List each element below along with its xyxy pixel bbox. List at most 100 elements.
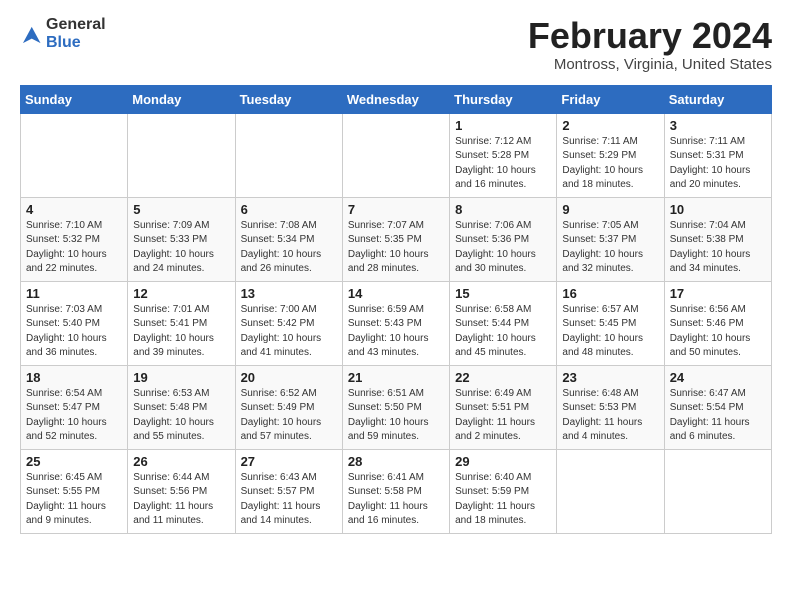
col-header-sunday: Sunday [21, 85, 128, 113]
day-info: Sunrise: 7:01 AMSunset: 5:41 PMDaylight:… [133, 303, 229, 361]
col-header-monday: Monday [128, 85, 235, 113]
title-block: February 2024 Montross, Virginia, United… [528, 16, 772, 73]
calendar-cell: 13 Sunrise: 7:00 AMSunset: 5:42 PMDayligh… [235, 281, 342, 365]
day-info: Sunrise: 7:08 AMSunset: 5:34 PMDaylight:… [241, 219, 337, 277]
day-number: 19 [133, 370, 229, 385]
calendar-cell: 27Sunrise: 6:43 AMSunset: 5:57 PMDayligh… [235, 449, 342, 533]
calendar-cell: 17 Sunrise: 6:56 AMSunset: 5:46 PMDayligh… [664, 281, 771, 365]
day-number: 29 [455, 454, 551, 469]
calendar-cell: 9 Sunrise: 7:05 AMSunset: 5:37 PMDaylight… [557, 197, 664, 281]
calendar-cell: 19 Sunrise: 6:53 AMSunset: 5:48 PMDayligh… [128, 365, 235, 449]
calendar-cell: 16 Sunrise: 6:57 AMSunset: 5:45 PMDayligh… [557, 281, 664, 365]
day-info: Sunrise: 7:05 AMSunset: 5:37 PMDaylight:… [562, 219, 658, 277]
calendar-cell [664, 449, 771, 533]
day-number: 5 [133, 202, 229, 217]
day-info: Sunrise: 6:52 AMSunset: 5:49 PMDaylight:… [241, 387, 337, 445]
day-number: 17 [670, 286, 766, 301]
logo-blue: Blue [46, 34, 106, 52]
day-info: Sunrise: 7:00 AMSunset: 5:42 PMDaylight:… [241, 303, 337, 361]
calendar-cell: 11 Sunrise: 7:03 AMSunset: 5:40 PMDayligh… [21, 281, 128, 365]
day-number: 18 [26, 370, 122, 385]
day-info: Sunrise: 6:53 AMSunset: 5:48 PMDaylight:… [133, 387, 229, 445]
calendar-table: SundayMondayTuesdayWednesdayThursdayFrid… [20, 85, 772, 534]
col-header-thursday: Thursday [450, 85, 557, 113]
day-number: 16 [562, 286, 658, 301]
calendar-cell: 4Sunrise: 7:10 AMSunset: 5:32 PMDaylight… [21, 197, 128, 281]
location-subtitle: Montross, Virginia, United States [528, 56, 772, 73]
day-info: Sunrise: 6:54 AMSunset: 5:47 PMDaylight:… [26, 387, 122, 445]
calendar-cell: 10Sunrise: 7:04 AMSunset: 5:38 PMDayligh… [664, 197, 771, 281]
day-info: Sunrise: 7:09 AMSunset: 5:33 PMDaylight:… [133, 219, 229, 277]
calendar-cell: 22 Sunrise: 6:49 AMSunset: 5:51 PMDayligh… [450, 365, 557, 449]
logo: General Blue [20, 16, 106, 51]
calendar-cell [235, 113, 342, 197]
calendar-cell: 26Sunrise: 6:44 AMSunset: 5:56 PMDayligh… [128, 449, 235, 533]
calendar-cell: 29 Sunrise: 6:40 AMSunset: 5:59 PMDayligh… [450, 449, 557, 533]
col-header-friday: Friday [557, 85, 664, 113]
day-number: 28 [348, 454, 444, 469]
day-number: 23 [562, 370, 658, 385]
day-number: 12 [133, 286, 229, 301]
logo-general: General [46, 16, 106, 34]
col-header-wednesday: Wednesday [342, 85, 449, 113]
day-number: 10 [670, 202, 766, 217]
day-number: 2 [562, 118, 658, 133]
day-info: Sunrise: 6:40 AMSunset: 5:59 PMDaylight:… [455, 471, 551, 529]
day-number: 6 [241, 202, 337, 217]
day-number: 1 [455, 118, 551, 133]
day-info: Sunrise: 7:11 AMSunset: 5:31 PMDaylight:… [670, 135, 766, 193]
calendar-cell: 14 Sunrise: 6:59 AMSunset: 5:43 PMDayligh… [342, 281, 449, 365]
day-info: Sunrise: 6:58 AMSunset: 5:44 PMDaylight:… [455, 303, 551, 361]
day-number: 26 [133, 454, 229, 469]
day-number: 9 [562, 202, 658, 217]
calendar-cell: 25 Sunrise: 6:45 AMSunset: 5:55 PMDayligh… [21, 449, 128, 533]
day-info: Sunrise: 7:03 AMSunset: 5:40 PMDaylight:… [26, 303, 122, 361]
calendar-week-2: 4Sunrise: 7:10 AMSunset: 5:32 PMDaylight… [21, 197, 772, 281]
calendar-cell: 8 Sunrise: 7:06 AMSunset: 5:36 PMDaylight… [450, 197, 557, 281]
day-info: Sunrise: 6:45 AMSunset: 5:55 PMDaylight:… [26, 471, 122, 529]
calendar-cell: 20 Sunrise: 6:52 AMSunset: 5:49 PMDayligh… [235, 365, 342, 449]
calendar-cell: 5 Sunrise: 7:09 AMSunset: 5:33 PMDaylight… [128, 197, 235, 281]
day-info: Sunrise: 6:43 AMSunset: 5:57 PMDaylight:… [241, 471, 337, 529]
day-number: 11 [26, 286, 122, 301]
calendar-cell [342, 113, 449, 197]
day-info: Sunrise: 6:59 AMSunset: 5:43 PMDaylight:… [348, 303, 444, 361]
calendar-cell: 7 Sunrise: 7:07 AMSunset: 5:35 PMDaylight… [342, 197, 449, 281]
day-info: Sunrise: 7:06 AMSunset: 5:36 PMDaylight:… [455, 219, 551, 277]
calendar-cell: 28Sunrise: 6:41 AMSunset: 5:58 PMDayligh… [342, 449, 449, 533]
calendar-cell: 23 Sunrise: 6:48 AMSunset: 5:53 PMDayligh… [557, 365, 664, 449]
calendar-cell: 6 Sunrise: 7:08 AMSunset: 5:34 PMDaylight… [235, 197, 342, 281]
month-title: February 2024 [528, 16, 772, 56]
day-info: Sunrise: 6:49 AMSunset: 5:51 PMDaylight:… [455, 387, 551, 445]
day-info: Sunrise: 7:12 AMSunset: 5:28 PMDaylight:… [455, 135, 551, 193]
calendar-cell [21, 113, 128, 197]
day-number: 21 [348, 370, 444, 385]
day-info: Sunrise: 7:07 AMSunset: 5:35 PMDaylight:… [348, 219, 444, 277]
day-info: Sunrise: 6:48 AMSunset: 5:53 PMDaylight:… [562, 387, 658, 445]
day-number: 13 [241, 286, 337, 301]
day-number: 24 [670, 370, 766, 385]
calendar-cell [557, 449, 664, 533]
calendar-cell: 18 Sunrise: 6:54 AMSunset: 5:47 PMDayligh… [21, 365, 128, 449]
day-info: Sunrise: 6:47 AMSunset: 5:54 PMDaylight:… [670, 387, 766, 445]
calendar-week-3: 11 Sunrise: 7:03 AMSunset: 5:40 PMDayligh… [21, 281, 772, 365]
calendar-week-1: 1 Sunrise: 7:12 AMSunset: 5:28 PMDaylight… [21, 113, 772, 197]
day-number: 8 [455, 202, 551, 217]
day-number: 14 [348, 286, 444, 301]
day-number: 7 [348, 202, 444, 217]
calendar-week-5: 25 Sunrise: 6:45 AMSunset: 5:55 PMDayligh… [21, 449, 772, 533]
calendar-cell: 2Sunrise: 7:11 AMSunset: 5:29 PMDaylight… [557, 113, 664, 197]
calendar-cell: 12 Sunrise: 7:01 AMSunset: 5:41 PMDayligh… [128, 281, 235, 365]
day-number: 25 [26, 454, 122, 469]
calendar-cell [128, 113, 235, 197]
page-header: General Blue February 2024 Montross, Vir… [20, 16, 772, 73]
day-number: 3 [670, 118, 766, 133]
calendar-cell: 1 Sunrise: 7:12 AMSunset: 5:28 PMDaylight… [450, 113, 557, 197]
day-number: 20 [241, 370, 337, 385]
day-info: Sunrise: 6:56 AMSunset: 5:46 PMDaylight:… [670, 303, 766, 361]
day-info: Sunrise: 6:57 AMSunset: 5:45 PMDaylight:… [562, 303, 658, 361]
day-number: 22 [455, 370, 551, 385]
calendar-week-4: 18 Sunrise: 6:54 AMSunset: 5:47 PMDayligh… [21, 365, 772, 449]
day-number: 4 [26, 202, 122, 217]
day-number: 15 [455, 286, 551, 301]
